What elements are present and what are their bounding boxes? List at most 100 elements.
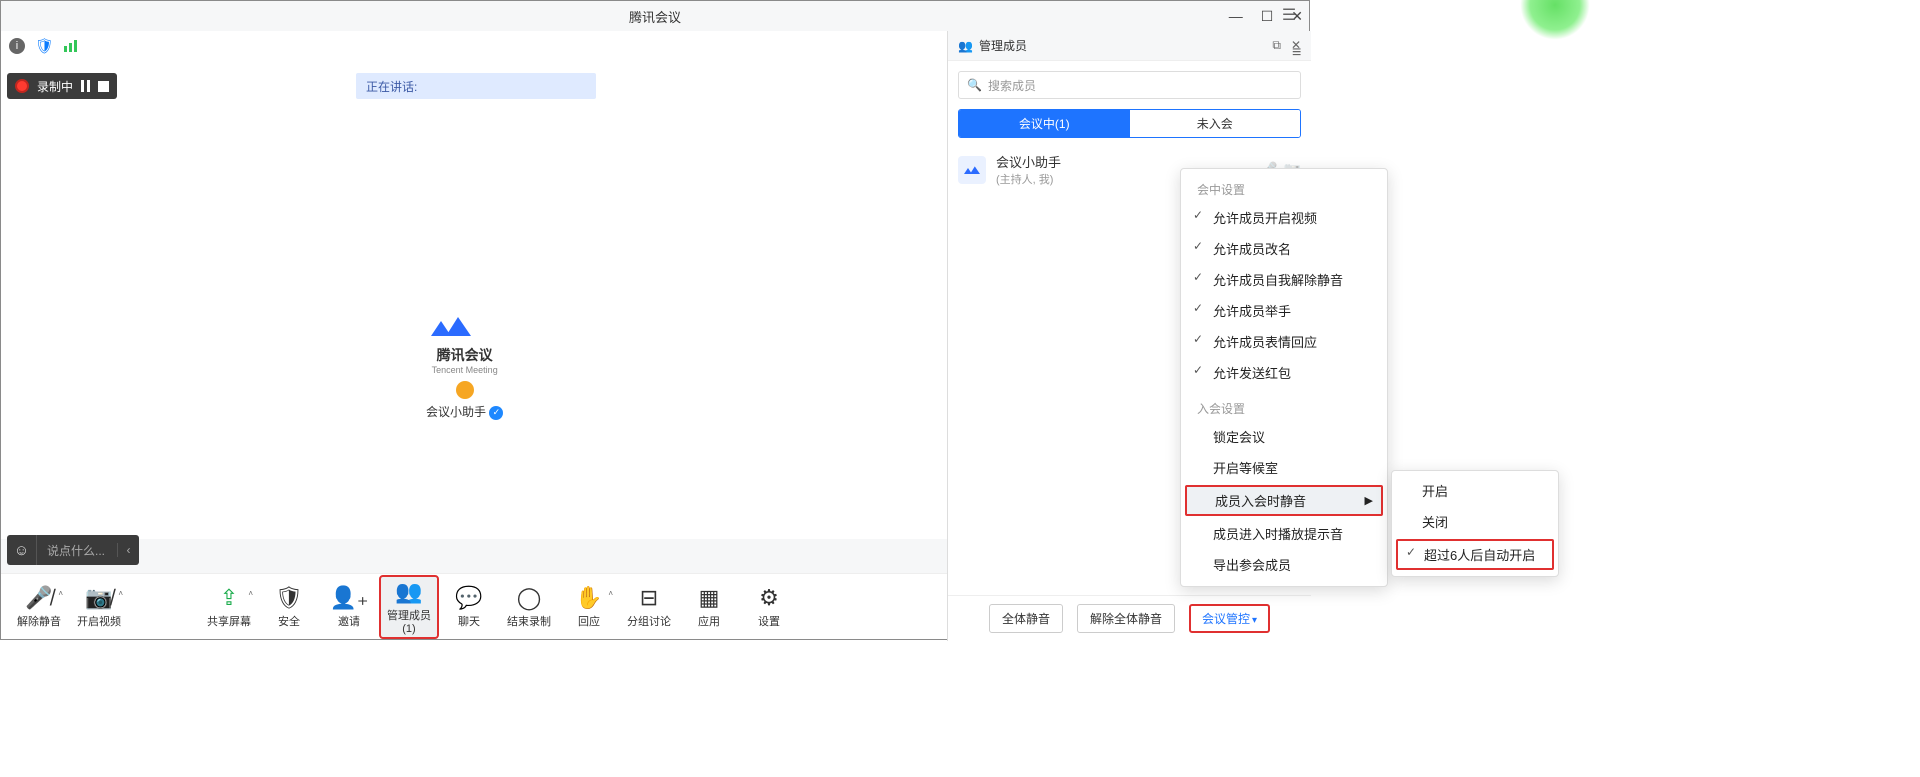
avatar-icon	[456, 381, 474, 399]
minimize-button[interactable]: —	[1229, 8, 1243, 24]
menu-allow-self-unmute[interactable]: 允许成员自我解除静音	[1181, 264, 1387, 295]
meeting-control-label: 会议管控	[1202, 612, 1250, 626]
brand-subtext: Tencent Meeting	[426, 365, 503, 375]
members-icon: 👥	[381, 579, 437, 605]
panel-footer: 全体静音 解除全体静音 会议管控▾	[948, 595, 1311, 641]
speaking-indicator: 正在讲话:	[356, 73, 596, 99]
menu-allow-reactions[interactable]: 允许成员表情回应	[1181, 326, 1387, 357]
popout-panel-button[interactable]: ⧉	[1272, 38, 1281, 53]
react-label: 回应	[559, 613, 619, 629]
breakout-icon: ⊟	[619, 585, 679, 611]
chevron-right-icon: ▶	[1365, 494, 1373, 507]
unmute-label: 解除静音	[9, 613, 69, 629]
invite-label: 邀请	[319, 613, 379, 629]
participant-tile: 腾讯会议 Tencent Meeting 会议小助手 ✓	[426, 311, 503, 420]
menu-allow-raise-hand[interactable]: 允许成员举手	[1181, 295, 1387, 326]
panel-header: 👥 管理成员 ⧉ ✕	[948, 31, 1311, 61]
member-avatar-icon	[958, 156, 986, 184]
settings-label: 设置	[739, 613, 799, 629]
meeting-control-button[interactable]: 会议管控▾	[1189, 604, 1270, 633]
search-members-input[interactable]: 🔍 搜索成员	[958, 71, 1301, 99]
panel-menu-button[interactable]: ≡	[1292, 44, 1301, 62]
menu-enable-waiting-room[interactable]: 开启等候室	[1181, 452, 1387, 483]
end-recording-button[interactable]: ◯ 结束录制	[499, 585, 559, 629]
tab-not-joined[interactable]: 未入会	[1130, 110, 1301, 137]
menu-play-join-sound[interactable]: 成员进入时播放提示音	[1181, 518, 1387, 549]
chat-label: 聊天	[439, 613, 499, 629]
menu-allow-video[interactable]: 允许成员开启视频	[1181, 202, 1387, 233]
manage-members-button[interactable]: 👥 管理成员(1)	[379, 575, 439, 639]
gear-icon: ⚙	[739, 585, 799, 611]
security-label: 安全	[259, 613, 319, 629]
chevron-up-icon: ˄	[58, 589, 63, 598]
apps-icon: ▦	[679, 585, 739, 611]
share-screen-button[interactable]: ⇪ ˄ 共享屏幕	[199, 585, 259, 629]
panel-title: 管理成员	[979, 37, 1027, 54]
submenu-enable[interactable]: 开启	[1392, 475, 1558, 506]
tab-in-meeting[interactable]: 会议中(1)	[959, 110, 1130, 137]
share-label: 共享屏幕	[199, 613, 259, 629]
settings-button[interactable]: ⚙ 设置	[739, 585, 799, 629]
decorative-green-blob	[1520, 0, 1590, 40]
member-role: (主持人, 我)	[996, 171, 1061, 187]
endrec-label: 结束录制	[499, 613, 559, 629]
pause-recording-button[interactable]	[81, 80, 90, 92]
chevron-up-icon: ˄	[608, 589, 613, 598]
breakout-label: 分组讨论	[619, 613, 679, 629]
search-icon: 🔍	[967, 78, 982, 92]
shield-icon[interactable]: 🛡	[35, 37, 54, 55]
participant-name: 会议小助手	[426, 405, 486, 419]
speaking-label: 正在讲话:	[366, 78, 417, 95]
chat-button[interactable]: 💬 聊天	[439, 585, 499, 629]
emoji-button[interactable]: ☺	[7, 535, 37, 565]
menu-section-join: 入会设置	[1181, 394, 1387, 421]
member-name: 会议小助手	[996, 152, 1061, 171]
menu-section-in-meeting: 会中设置	[1181, 175, 1387, 202]
video-label: 开启视频	[69, 613, 129, 629]
stop-recording-button[interactable]	[98, 81, 109, 92]
meeting-control-menu: 会中设置 允许成员开启视频 允许成员改名 允许成员自我解除静音 允许成员举手 允…	[1180, 168, 1388, 587]
menu-mute-on-join-label: 成员入会时静音	[1215, 491, 1306, 510]
menu-lock-meeting[interactable]: 锁定会议	[1181, 421, 1387, 452]
chevron-down-icon: ▾	[1252, 615, 1257, 626]
members-label: 管理成员(1)	[381, 607, 437, 635]
hamburger-icon[interactable]: ☰	[1277, 5, 1301, 25]
chevron-up-icon: ˄	[118, 589, 123, 598]
invite-button[interactable]: 👤₊ 邀请	[319, 585, 379, 629]
record-icon	[15, 79, 29, 93]
search-placeholder: 搜索成员	[988, 77, 1036, 94]
apps-button[interactable]: ▦ 应用	[679, 585, 739, 629]
unmute-button[interactable]: 🎤̸ ˄ 解除静音	[9, 585, 69, 629]
submenu-auto-over-6[interactable]: 超过6人后自动开启	[1396, 539, 1554, 570]
members-icon: 👥	[958, 39, 973, 53]
menu-allow-rename[interactable]: 允许成员改名	[1181, 233, 1387, 264]
recording-label: 录制中	[37, 78, 73, 95]
mute-all-button[interactable]: 全体静音	[989, 604, 1063, 633]
titlebar: 腾讯会议 — ☐ ✕	[1, 1, 1309, 31]
info-icon[interactable]: i	[9, 38, 25, 54]
member-tabs: 会议中(1) 未入会	[958, 109, 1301, 138]
mute-on-join-submenu: 开启 关闭 超过6人后自动开启	[1391, 470, 1559, 577]
chevron-up-icon: ˄	[248, 589, 253, 598]
recording-badge: 录制中	[7, 73, 117, 99]
apps-label: 应用	[679, 613, 739, 629]
shield-icon: 🛡	[259, 585, 319, 611]
tencent-meeting-logo-icon	[426, 311, 503, 341]
reactions-button[interactable]: ✋ ˄ 回应	[559, 585, 619, 629]
maximize-button[interactable]: ☐	[1261, 8, 1274, 25]
menu-mute-on-join[interactable]: 成员入会时静音 ▶	[1185, 485, 1383, 516]
brand-name: 腾讯会议	[426, 345, 503, 365]
menu-export-attendees[interactable]: 导出参会成员	[1181, 549, 1387, 580]
signal-icon	[64, 40, 77, 52]
chat-input[interactable]: 说点什么...	[37, 542, 117, 559]
menu-allow-red-packet[interactable]: 允许发送红包	[1181, 357, 1387, 388]
breakout-button[interactable]: ⊟ 分组讨论	[619, 585, 679, 629]
unmute-all-button[interactable]: 解除全体静音	[1077, 604, 1175, 633]
record-stop-icon: ◯	[499, 585, 559, 611]
app-window: 腾讯会议 — ☐ ✕ i 🛡 02:13 宫格视图 ▼ ⛶	[0, 0, 1310, 640]
chat-collapse-button[interactable]: ‹	[117, 543, 139, 557]
security-button[interactable]: 🛡 安全	[259, 585, 319, 629]
verified-icon: ✓	[489, 406, 503, 420]
video-button[interactable]: 📷̸ ˄ 开启视频	[69, 585, 129, 629]
submenu-disable[interactable]: 关闭	[1392, 506, 1558, 537]
